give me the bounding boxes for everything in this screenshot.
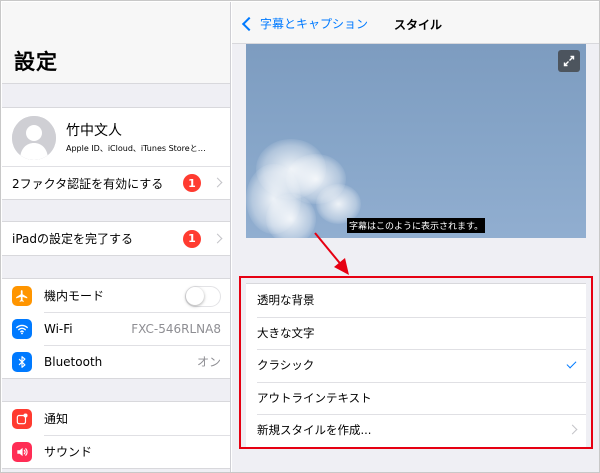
annotation-arrow-icon bbox=[314, 232, 349, 275]
screenshot-frame: 設定 竹中文人 Apple ID、iCloud、iTunes Storeと… 2… bbox=[0, 0, 600, 473]
